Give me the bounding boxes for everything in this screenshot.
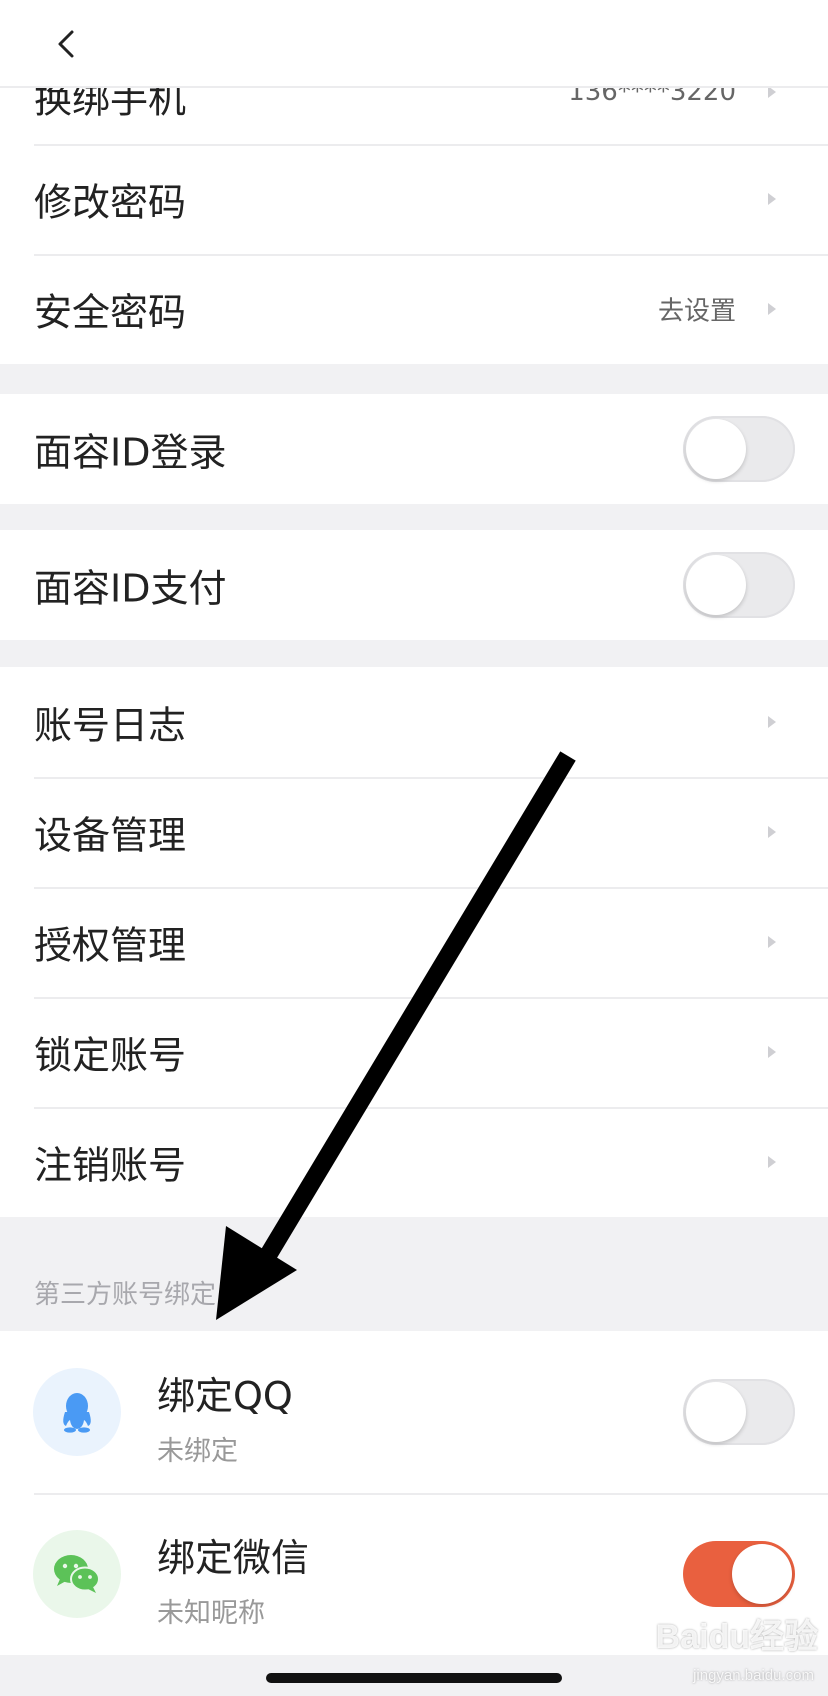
- faceid-login-section: 面容ID登录: [0, 394, 828, 504]
- row-change-password[interactable]: 修改密码: [0, 144, 828, 254]
- row-bind-qq: 绑定QQ 未绑定: [0, 1331, 828, 1493]
- bind-status: 未绑定: [157, 1436, 238, 1467]
- qq-penguin-icon: [63, 1393, 91, 1433]
- account-section: 账号日志 设备管理 授权管理 锁定账号 注销账号: [0, 667, 828, 1217]
- home-indicator[interactable]: [266, 1673, 562, 1683]
- account-security-page: 换绑手机 136****3220 修改密码 安全密码 去设置 面容ID登录 面容…: [0, 0, 828, 1696]
- row-label: 面容ID支付: [34, 566, 227, 611]
- row-label: 账号日志: [34, 703, 187, 748]
- watermark-url: jingyan.baidu.com: [693, 1667, 814, 1684]
- chevron-right-icon: [768, 1156, 776, 1168]
- row-label: 授权管理: [34, 923, 187, 968]
- chevron-right-icon: [768, 716, 776, 728]
- toggle-knob: [686, 419, 746, 479]
- faceid-pay-toggle[interactable]: [683, 552, 795, 618]
- row-label: 设备管理: [34, 813, 187, 858]
- chevron-right-icon: [768, 303, 776, 315]
- qq-avatar: [33, 1368, 121, 1456]
- setup-value: 去设置: [657, 296, 736, 327]
- bind-title: 绑定QQ: [157, 1374, 293, 1418]
- row-label: 注销账号: [34, 1143, 187, 1188]
- toggle-knob: [686, 555, 746, 615]
- row-faceid-pay: 面容ID支付: [0, 530, 828, 640]
- bind-wechat-toggle[interactable]: [683, 1541, 795, 1607]
- row-security-password[interactable]: 安全密码 去设置: [0, 254, 828, 364]
- row-authorization-management[interactable]: 授权管理: [0, 887, 828, 997]
- row-cancel-account[interactable]: 注销账号: [0, 1107, 828, 1217]
- chevron-right-icon: [768, 826, 776, 838]
- chevron-right-icon: [768, 193, 776, 205]
- row-account-log[interactable]: 账号日志: [0, 667, 828, 777]
- watermark-logo: Baidu经验: [655, 1618, 818, 1656]
- wechat-avatar: [33, 1530, 121, 1618]
- third-party-group-title: 第三方账号绑定: [34, 1280, 217, 1310]
- row-label: 锁定账号: [34, 1033, 187, 1078]
- chevron-right-icon: [768, 1046, 776, 1058]
- bind-title: 绑定微信: [157, 1536, 310, 1580]
- faceid-login-toggle[interactable]: [683, 416, 795, 482]
- faceid-pay-section: 面容ID支付: [0, 530, 828, 640]
- wechat-icon: [54, 1555, 100, 1593]
- row-device-management[interactable]: 设备管理: [0, 777, 828, 887]
- row-label: 修改密码: [34, 180, 187, 225]
- chevron-right-icon: [768, 936, 776, 948]
- chevron-left-icon[interactable]: [48, 24, 88, 64]
- toggle-knob: [686, 1382, 746, 1442]
- nav-bar: [0, 0, 828, 88]
- toggle-knob: [732, 1544, 792, 1604]
- row-label: 面容ID登录: [34, 430, 227, 475]
- row-lock-account[interactable]: 锁定账号: [0, 997, 828, 1107]
- row-label: 安全密码: [34, 290, 187, 335]
- bind-nickname: 未知昵称: [157, 1598, 265, 1629]
- bind-qq-toggle[interactable]: [683, 1379, 795, 1445]
- third-party-section: 绑定QQ 未绑定 绑定微信 未知昵称: [0, 1331, 828, 1655]
- row-faceid-login: 面容ID登录: [0, 394, 828, 504]
